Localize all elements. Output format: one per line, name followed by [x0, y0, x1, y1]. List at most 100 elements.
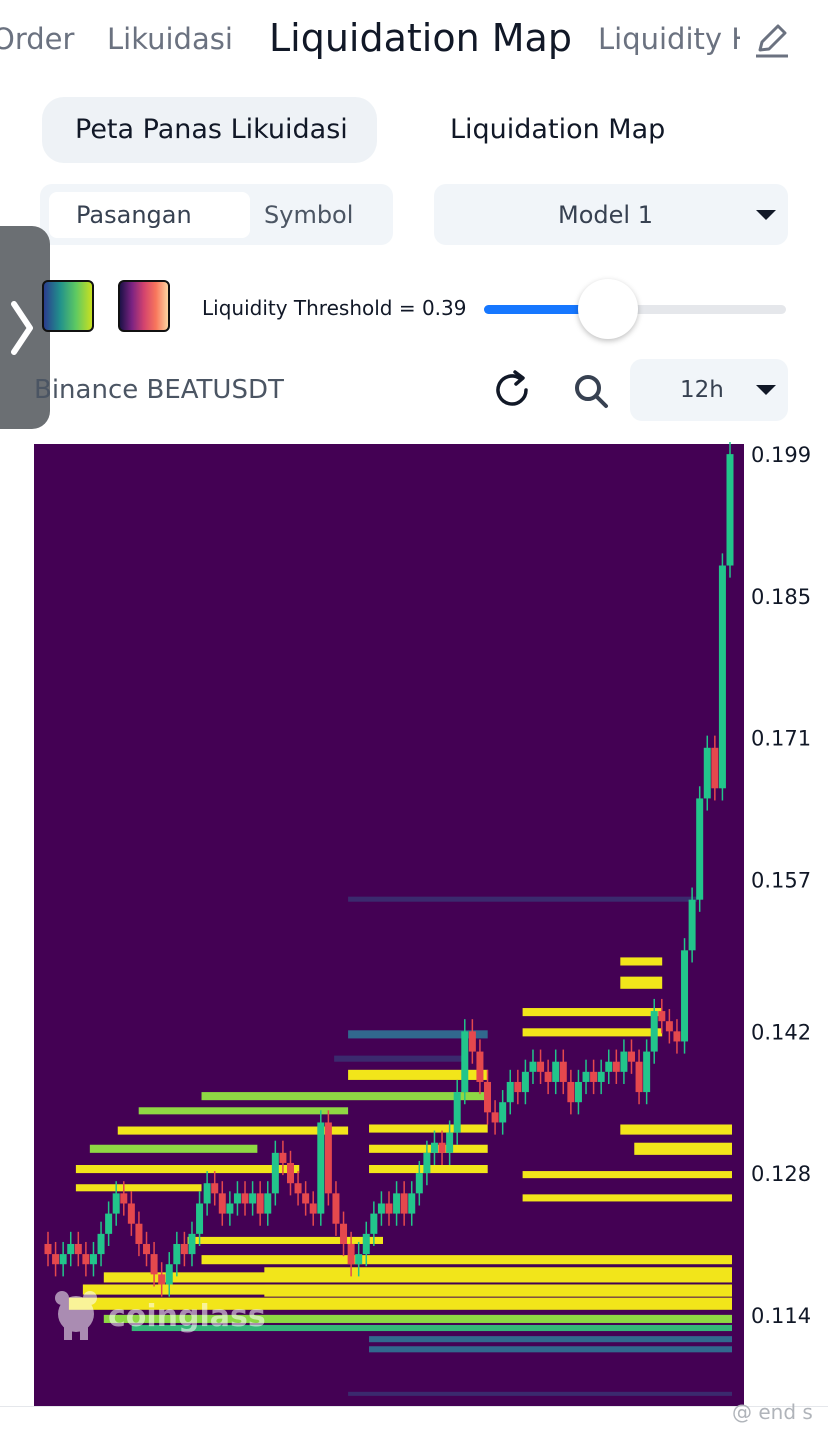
- candle-down: [241, 1193, 249, 1204]
- pencil-icon[interactable]: [752, 20, 792, 60]
- candle-up: [264, 1193, 272, 1214]
- model-select[interactable]: Model 1: [434, 184, 788, 245]
- candle-up: [461, 1031, 469, 1093]
- candle-up: [317, 1122, 325, 1214]
- color-scheme-viridis[interactable]: [42, 280, 94, 332]
- candle-up: [67, 1243, 75, 1255]
- candle-up: [105, 1213, 113, 1234]
- y-tick-label: 0.171: [751, 727, 811, 751]
- segment-map-button[interactable]: Liquidation Map: [450, 114, 665, 145]
- candle-down: [52, 1254, 60, 1265]
- candle-up: [408, 1193, 416, 1214]
- liquidity-band: [264, 1284, 732, 1297]
- candle-down: [711, 747, 719, 789]
- liquidity-band: [522, 1171, 732, 1179]
- candle-up: [249, 1193, 257, 1204]
- candle-up: [529, 1061, 537, 1072]
- chevron-right-icon: [11, 301, 33, 355]
- model-select-value: Model 1: [558, 201, 653, 229]
- candle-down: [673, 1031, 681, 1042]
- tab-liquidation-map[interactable]: Liquidation Map: [269, 16, 572, 60]
- candle-up: [453, 1092, 461, 1133]
- liquidation-heatmap-chart[interactable]: 0.199 0.185 0.171 0.157 0.142 0.128 0.114 coin…: [0, 440, 828, 1406]
- candle-down: [476, 1051, 484, 1082]
- candle-down: [120, 1193, 128, 1204]
- bottom-navigation-bar: [0, 1406, 828, 1438]
- candle-down: [665, 1021, 673, 1032]
- candle-up: [643, 1051, 651, 1093]
- liquidity-band: [620, 1124, 732, 1135]
- tab-order[interactable]: Order: [0, 22, 74, 56]
- candle-down: [324, 1122, 332, 1194]
- candle-down: [256, 1193, 264, 1214]
- candle-up: [688, 899, 696, 951]
- candle-up: [112, 1193, 120, 1214]
- candle-up: [233, 1193, 241, 1204]
- search-icon[interactable]: [572, 372, 610, 410]
- tab-liquidity-heatmap[interactable]: Liquidity Heatmap: [598, 22, 740, 56]
- candle-down: [484, 1081, 492, 1113]
- candle-up: [552, 1061, 560, 1082]
- liquidity-band: [117, 1126, 349, 1135]
- candle-up: [226, 1203, 234, 1214]
- candle-down: [294, 1183, 302, 1194]
- candle-up: [650, 1011, 658, 1052]
- candle-up: [59, 1254, 67, 1265]
- candle-up: [370, 1213, 378, 1234]
- candle-down: [491, 1112, 499, 1123]
- candle-up: [165, 1264, 173, 1285]
- candle-down: [627, 1051, 635, 1062]
- candle-down: [218, 1193, 226, 1214]
- candle-up: [521, 1071, 529, 1093]
- liquidity-band: [522, 1008, 663, 1017]
- candle-down: [332, 1193, 340, 1224]
- refresh-icon[interactable]: [490, 368, 534, 412]
- candle-down: [658, 1011, 666, 1022]
- liquidity-band: [201, 1255, 732, 1265]
- threshold-label: Liquidity Threshold = 0.39: [202, 296, 467, 320]
- candle-down: [74, 1243, 82, 1255]
- candle-up: [430, 1142, 438, 1153]
- liquidity-band: [634, 1142, 732, 1155]
- y-tick-label: 0.199: [751, 443, 811, 467]
- candle-down: [82, 1254, 90, 1265]
- color-scheme-magma[interactable]: [118, 280, 170, 332]
- candle-up: [97, 1233, 105, 1255]
- candle-down: [286, 1162, 294, 1184]
- threshold-slider-thumb[interactable]: [578, 279, 638, 339]
- candle-down: [438, 1142, 446, 1153]
- y-tick-label: 0.185: [751, 585, 811, 609]
- liquidity-band: [369, 1346, 732, 1353]
- liquidity-band: [348, 1391, 732, 1396]
- top-tab-bar: Order Likuidasi Liquidation Map Liquidit…: [0, 0, 828, 90]
- candle-up: [582, 1071, 590, 1082]
- candle-up: [726, 454, 734, 566]
- pair-option[interactable]: Pasangan: [76, 201, 192, 229]
- liquidity-band: [201, 1092, 488, 1101]
- candle-down: [514, 1081, 522, 1093]
- liquidity-band: [522, 1028, 663, 1037]
- candle-down: [279, 1152, 287, 1163]
- liquidity-band: [369, 1144, 488, 1153]
- candle-down: [44, 1243, 52, 1255]
- coinglass-watermark: coinglass: [55, 1291, 266, 1340]
- candle-up: [89, 1254, 97, 1265]
- symbol-option[interactable]: Symbol: [264, 201, 353, 229]
- liquidity-band: [89, 1144, 258, 1153]
- tab-likuidasi[interactable]: Likuidasi: [107, 22, 233, 56]
- liquidity-band: [522, 1194, 732, 1202]
- timeframe-select[interactable]: 12h: [630, 359, 788, 421]
- segment-heatmap-button[interactable]: Peta Panas Likuidasi: [42, 97, 377, 163]
- candle-down: [127, 1203, 135, 1224]
- candle-up: [173, 1243, 181, 1265]
- candle-up: [597, 1071, 605, 1082]
- candle-up: [271, 1152, 279, 1194]
- y-tick-label: 0.142: [751, 1020, 811, 1044]
- candle-up: [415, 1173, 423, 1194]
- candle-down: [340, 1223, 348, 1244]
- liquidity-band: [348, 896, 698, 902]
- caret-down-icon: [756, 385, 776, 395]
- candle-down: [143, 1243, 151, 1255]
- liquidity-band: [187, 1236, 383, 1244]
- liquidity-band: [620, 957, 663, 966]
